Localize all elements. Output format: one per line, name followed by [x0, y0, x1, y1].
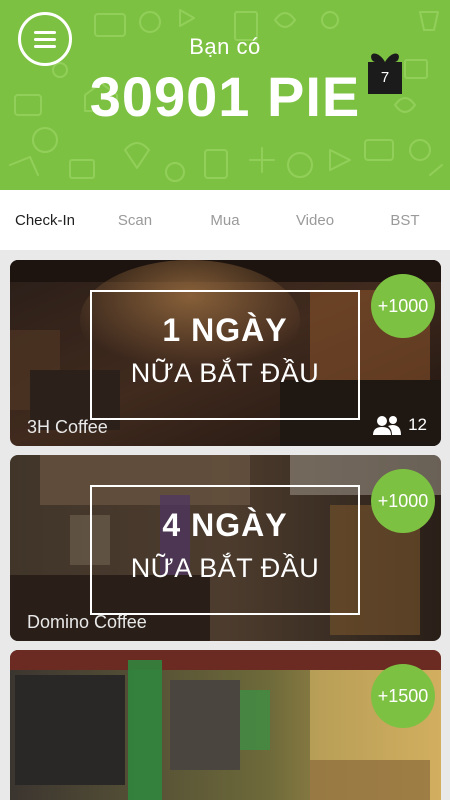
points-header: Bạn có 30901 PIE 7	[0, 0, 450, 190]
participant-count: 12	[408, 415, 427, 434]
countdown-subtitle: NỮA BẮT ĐẦU	[130, 553, 320, 583]
gift-button[interactable]: 7	[364, 48, 406, 96]
countdown-days: 4 NGÀY	[162, 507, 288, 543]
reward-badge: +1000	[371, 469, 435, 533]
reward-badge: +1000	[371, 274, 435, 338]
checkin-card[interactable]: 1 NGÀY NỮA BẮT ĐẦU 3H Coffee +1000 12	[10, 260, 441, 446]
tab-check-in[interactable]: Check-In	[0, 190, 90, 250]
participants: 12	[372, 414, 427, 436]
tab-bar: Check-In Scan Mua Video BST	[0, 190, 450, 250]
checkin-card[interactable]: +1500	[10, 650, 441, 800]
tab-mua[interactable]: Mua	[180, 190, 270, 250]
people-icon	[373, 416, 402, 435]
reward-badge: +1500	[371, 664, 435, 728]
checkin-card[interactable]: 4 NGÀY NỮA BẮT ĐẦU Domino Coffee +1000	[10, 455, 441, 641]
app-screen: Bạn có 30901 PIE 7 Check-In Scan Mua Vid…	[0, 0, 450, 800]
tab-bst[interactable]: BST	[360, 190, 450, 250]
tab-scan[interactable]: Scan	[90, 190, 180, 250]
venue-photo	[10, 650, 441, 800]
venue-name: Domino Coffee	[27, 612, 147, 632]
gift-count: 7	[370, 64, 400, 92]
countdown-frame	[90, 290, 360, 420]
venue-name: 3H Coffee	[27, 417, 108, 437]
countdown-days: 1 NGÀY	[162, 312, 288, 348]
tab-video[interactable]: Video	[270, 190, 360, 250]
checkin-list: 1 NGÀY NỮA BẮT ĐẦU 3H Coffee +1000 12 4 …	[0, 250, 450, 800]
countdown-frame	[90, 485, 360, 615]
countdown-subtitle: NỮA BẮT ĐẦU	[130, 358, 320, 388]
